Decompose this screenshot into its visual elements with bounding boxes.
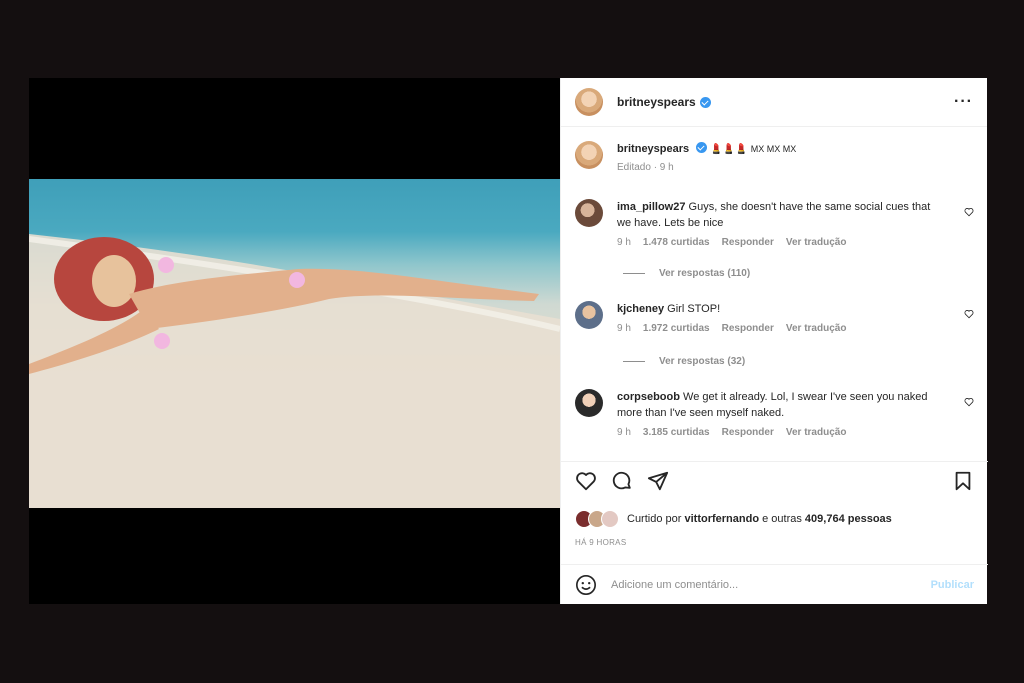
liker-avatars [575,510,619,528]
view-replies-label: Ver respostas (110) [659,268,751,279]
share-paper-plane-icon[interactable] [647,470,669,492]
post-details-panel: britneyspears ··· britneyspears 💄💄💄 MX M… [560,78,988,604]
verified-badge-icon [696,142,708,153]
post-photo[interactable] [29,179,560,508]
comment-input[interactable] [609,577,931,592]
comment-time: 9 h [617,427,631,438]
likes-summary: Curtido por vittorfernando e outras 409,… [575,510,892,528]
post-header: britneyspears ··· [561,78,987,127]
comment-likes[interactable]: 1.478 curtidas [643,237,710,248]
view-replies-label: Ver respostas (32) [659,356,746,367]
likes-user[interactable]: vittorfernando [684,513,759,525]
liker-avatar [601,510,619,528]
likes-middle: e outras [762,513,802,525]
author-avatar[interactable] [575,141,603,169]
comment-bubble-icon[interactable] [611,470,633,492]
comment-row: corpseboob We get it already. Lol, I swe… [575,389,974,438]
translate-button[interactable]: Ver tradução [786,323,847,334]
like-comment-heart-icon[interactable] [964,309,974,319]
replies-line [623,273,645,274]
post-actions-bar [561,461,988,499]
like-heart-icon[interactable] [575,470,597,492]
post-modal: britneyspears ··· britneyspears 💄💄💄 MX M… [29,78,988,604]
caption-text: MX MX MX [750,144,797,154]
reply-button[interactable]: Responder [722,427,774,438]
comment-username[interactable]: corpseboob [617,391,680,403]
caption-row: britneyspears 💄💄💄 MX MX MX Editado · 9 h [575,141,974,173]
edited-label: Editado · 9 h [617,162,674,173]
comment-text: Girl STOP! [667,303,721,315]
caption-username[interactable]: britneyspears [617,143,689,155]
reply-button[interactable]: Responder [722,323,774,334]
verified-badge-icon [699,96,711,108]
comment-likes[interactable]: 3.185 curtidas [643,427,710,438]
post-timestamp[interactable]: HÁ 9 HORAS [575,538,626,547]
commenter-avatar[interactable] [575,389,603,417]
save-bookmark-icon[interactable] [952,470,974,492]
add-comment-bar: Publicar [561,564,988,604]
comment-row: ima_pillow27 Guys, she doesn't have the … [575,199,974,248]
comment-time: 9 h [617,323,631,334]
reply-button[interactable]: Responder [722,237,774,248]
translate-button[interactable]: Ver tradução [786,237,847,248]
likes-prefix: Curtido por [627,513,682,525]
caption-emoji: 💄💄💄 [710,144,748,155]
translate-button[interactable]: Ver tradução [786,427,847,438]
author-username[interactable]: britneyspears [617,95,696,109]
emoji-smiley-icon[interactable] [575,574,597,596]
comment-username[interactable]: ima_pillow27 [617,201,685,213]
publish-button[interactable]: Publicar [931,579,974,591]
like-comment-heart-icon[interactable] [964,397,974,407]
replies-line [623,361,645,362]
post-media [29,78,560,604]
comment-row: kjcheney Girl STOP! 9 h 1.972 curtidas R… [575,301,974,334]
view-replies-button[interactable]: Ver respostas (32) [623,356,745,367]
like-comment-heart-icon[interactable] [964,207,974,217]
more-options-icon[interactable]: ··· [954,93,973,111]
beach-photo-illustration [29,234,560,508]
likes-count[interactable]: 409,764 pessoas [805,513,892,525]
comment-username[interactable]: kjcheney [617,303,664,315]
commenter-avatar[interactable] [575,301,603,329]
author-avatar[interactable] [575,88,603,116]
comment-likes[interactable]: 1.972 curtidas [643,323,710,334]
comments-list: britneyspears 💄💄💄 MX MX MX Editado · 9 h… [561,127,988,459]
comment-time: 9 h [617,237,631,248]
commenter-avatar[interactable] [575,199,603,227]
view-replies-button[interactable]: Ver respostas (110) [623,268,750,279]
